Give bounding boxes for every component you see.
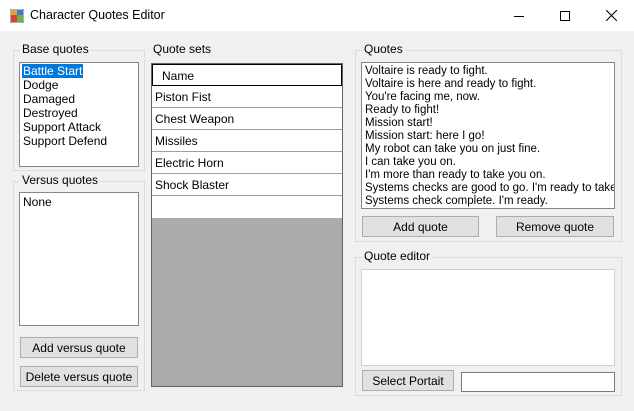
- quote-item[interactable]: I can take you on.: [362, 156, 614, 169]
- quote-item[interactable]: Mission start: here I go!: [362, 130, 614, 143]
- close-icon: [605, 10, 617, 21]
- quote-item[interactable]: Voltaire is here and ready to fight.: [362, 78, 614, 91]
- versus-quotes-label: Versus quotes: [20, 173, 101, 187]
- close-button[interactable]: [588, 0, 634, 31]
- base-quote-item[interactable]: Support Attack: [20, 120, 138, 134]
- versus-quote-item[interactable]: None: [20, 195, 138, 209]
- base-quote-item[interactable]: Destroyed: [20, 106, 138, 120]
- grid-row[interactable]: Chest Weapon: [152, 108, 342, 130]
- grid-row[interactable]: Missiles: [152, 130, 342, 152]
- quote-sets-label: Quote sets: [151, 42, 214, 56]
- quote-item[interactable]: I'm more than ready to take you on.: [362, 169, 614, 182]
- base-quote-item[interactable]: Dodge: [20, 78, 138, 92]
- base-quote-item[interactable]: Battle Start: [20, 64, 138, 78]
- grid-header-name[interactable]: Name: [152, 64, 342, 86]
- app-icon: [9, 8, 25, 24]
- quote-item[interactable]: My robot can take you on just fine.: [362, 143, 614, 156]
- quote-editor-label: Quote editor: [362, 249, 433, 263]
- quote-item[interactable]: You're facing me, now.: [362, 91, 614, 104]
- remove-quote-button[interactable]: Remove quote: [496, 216, 614, 237]
- quotes-list[interactable]: Voltaire is ready to fight. Voltaire is …: [361, 62, 615, 209]
- quotes-label: Quotes: [362, 42, 405, 56]
- minimize-button[interactable]: [496, 0, 542, 31]
- base-quotes-list[interactable]: Battle Start Dodge Damaged Destroyed Sup…: [19, 62, 139, 167]
- grid-row[interactable]: Electric Horn: [152, 152, 342, 174]
- quote-item[interactable]: Voltaire is ready to fight.: [362, 65, 614, 78]
- maximize-icon: [560, 10, 570, 21]
- grid-row[interactable]: Piston Fist: [152, 86, 342, 108]
- delete-versus-quote-button[interactable]: Delete versus quote: [20, 366, 138, 387]
- quote-sets-grid[interactable]: Name Piston Fist Chest Weapon Missiles E…: [151, 63, 343, 387]
- minimize-icon: [514, 15, 524, 17]
- portrait-path-field[interactable]: [461, 372, 615, 392]
- add-versus-quote-button[interactable]: Add versus quote: [20, 337, 138, 358]
- base-quote-item[interactable]: Damaged: [20, 92, 138, 106]
- window-title: Character Quotes Editor: [30, 8, 165, 22]
- quote-item[interactable]: Systems check complete. I'm ready.: [362, 195, 614, 208]
- base-quote-item[interactable]: Support Defend: [20, 134, 138, 148]
- add-quote-button[interactable]: Add quote: [362, 216, 479, 237]
- versus-quotes-list[interactable]: None: [19, 192, 139, 326]
- maximize-button[interactable]: [542, 0, 588, 31]
- title-bar[interactable]: Character Quotes Editor: [0, 0, 634, 31]
- grid-new-row[interactable]: [152, 196, 342, 218]
- select-portrait-button[interactable]: Select Portait: [362, 370, 454, 391]
- grid-row[interactable]: Shock Blaster: [152, 174, 342, 196]
- quote-item[interactable]: Systems checks are good to go. I'm ready…: [362, 182, 614, 195]
- quote-item[interactable]: Ready to fight!: [362, 104, 614, 117]
- base-quotes-label: Base quotes: [20, 42, 91, 56]
- quote-item[interactable]: Mission start!: [362, 117, 614, 130]
- quote-editor-textarea[interactable]: [361, 269, 615, 366]
